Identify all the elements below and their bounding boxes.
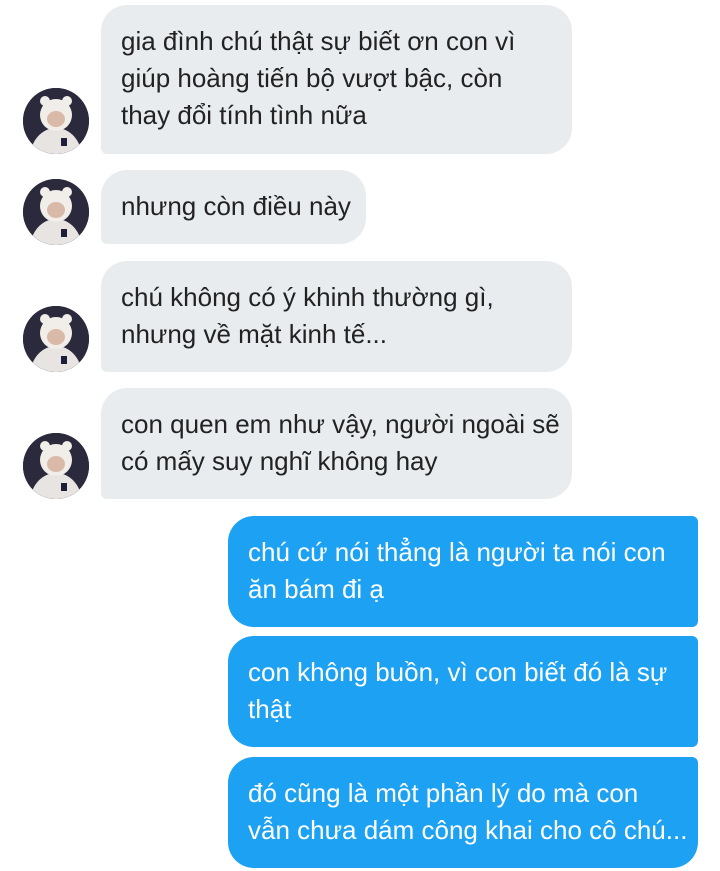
message-text-line: vẫn chưa dám công khai cho cô chú...	[248, 815, 688, 845]
contact-avatar[interactable]	[23, 306, 89, 372]
outgoing-message-bubble[interactable]: con không buồn, vì con biết đó là sự thậ…	[228, 636, 698, 747]
incoming-message-bubble[interactable]: gia đình chú thật sự biết ơn con vì giúp…	[101, 5, 572, 154]
incoming-message-bubble[interactable]: con quen em như vậy, người ngoài sẽ có m…	[101, 388, 572, 499]
contact-avatar[interactable]	[23, 88, 89, 154]
contact-avatar[interactable]	[23, 433, 89, 499]
message-text-line: giúp hoàng tiến bộ vượt bậc, còn	[121, 63, 503, 93]
message-text-line: gia đình chú thật sự biết ơn con vì	[121, 26, 516, 56]
message-text-line: nhưng còn điều này	[121, 191, 351, 221]
contact-avatar-photo-icon	[23, 306, 89, 372]
message-text-line: có mấy suy nghĩ không hay	[121, 446, 438, 476]
contact-avatar[interactable]	[23, 179, 89, 245]
message-text-line: chú cứ nói thẳng là người ta nói con	[248, 537, 666, 567]
message-text-line: con quen em như vậy, người ngoài sẽ	[121, 409, 560, 439]
message-text-line: nhưng về mặt kinh tế...	[121, 319, 387, 349]
message-text-line: con không buồn, vì con biết đó là sự	[248, 657, 668, 687]
message-thread: gia đình chú thật sự biết ơn con vì giúp…	[0, 0, 720, 871]
message-text-line: ăn bám đi ạ	[248, 574, 384, 604]
contact-avatar-photo-icon	[23, 88, 89, 154]
outgoing-message-bubble[interactable]: chú cứ nói thẳng là người ta nói con ăn …	[228, 516, 698, 627]
message-text-line: đó cũng là một phần lý do mà con	[248, 778, 639, 808]
message-text-line: thật	[248, 694, 292, 724]
contact-avatar-photo-icon	[23, 179, 89, 245]
message-text-line: chú không có ý khinh thường gì,	[121, 282, 494, 312]
incoming-message-bubble[interactable]: nhưng còn điều này	[101, 170, 366, 244]
outgoing-message-bubble[interactable]: đó cũng là một phần lý do mà con vẫn chư…	[228, 757, 698, 868]
message-text-line: thay đổi tính tình nữa	[121, 100, 367, 130]
contact-avatar-photo-icon	[23, 433, 89, 499]
incoming-message-bubble[interactable]: chú không có ý khinh thường gì, nhưng về…	[101, 261, 572, 372]
